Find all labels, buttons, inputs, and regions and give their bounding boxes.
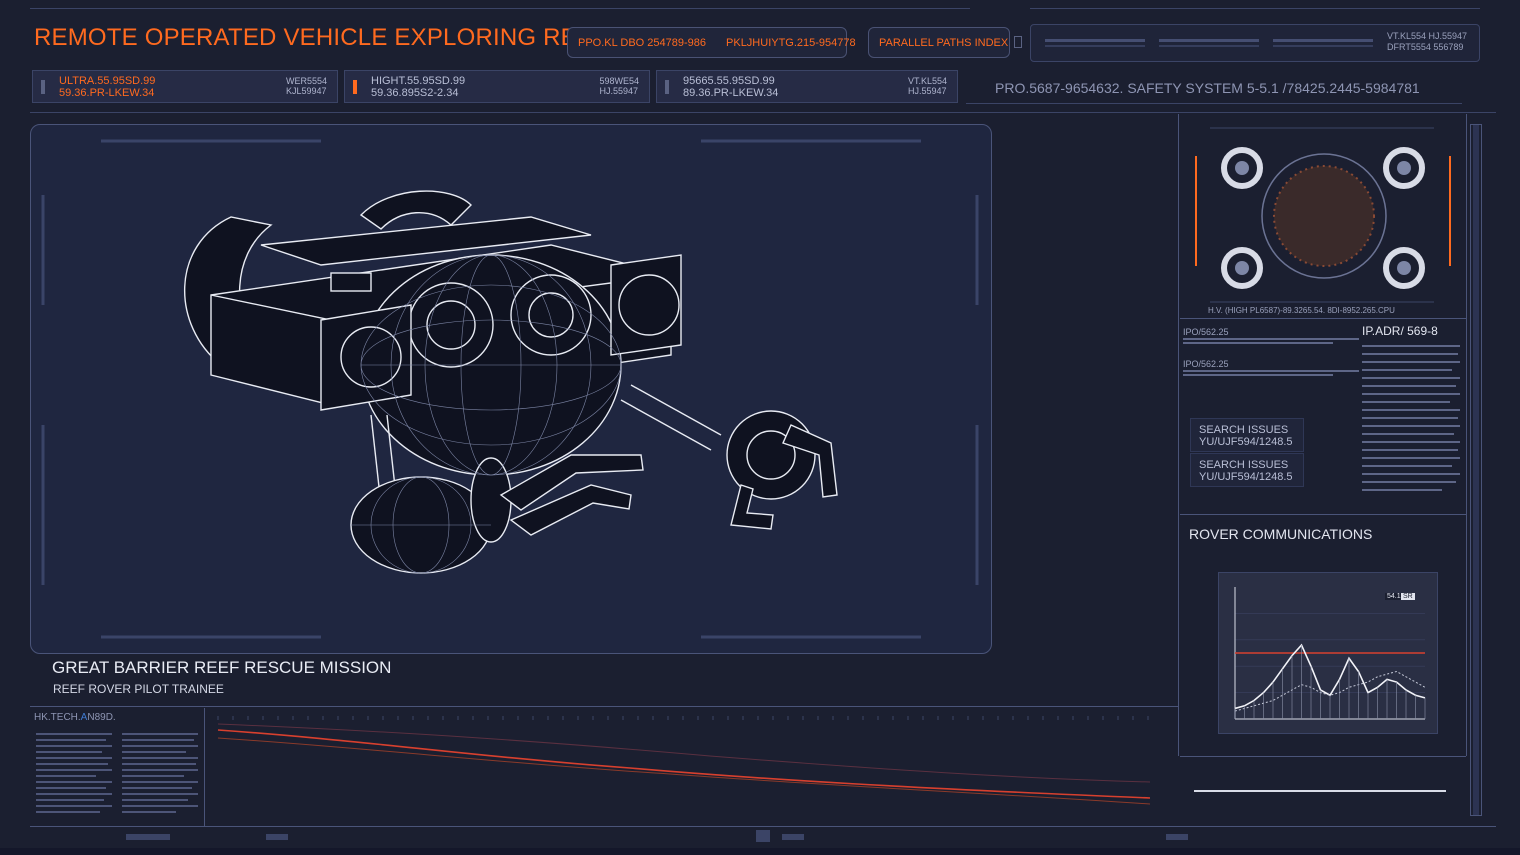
- safety-system-readout: PRO.5687-9654632. SAFETY SYSTEM 5-5.1 /7…: [995, 80, 1420, 96]
- data-box-tick: [41, 80, 45, 94]
- data-box-2-line2: 59.36.895S2-2.34: [371, 87, 459, 99]
- data-box-3-right2: HJ.55947: [907, 86, 947, 96]
- data-box-2-left: HIGHT.55.95SD.99 59.36.895S2-2.34: [371, 75, 465, 99]
- bottom-strip-divider: [204, 708, 205, 826]
- bottom-tick: [266, 834, 288, 840]
- status-bar-1b: [1045, 45, 1145, 47]
- safety-underline: [966, 103, 1462, 104]
- thruster-dial-panel: H.V. (HIGH PL6587)-89.3265.54. 8DI-8952.…: [1180, 116, 1464, 318]
- telemetry-timeline-graphic: [217, 716, 1151, 805]
- data-box-3-left: 95665.55.95SD.99 89.36.PR-LKEW.34: [683, 75, 778, 99]
- panel-divider: [1180, 756, 1466, 757]
- search-issues-code-2: YU/UJF594/1248.5: [1199, 471, 1293, 483]
- rov-wireframe-model: [41, 139, 979, 639]
- right-column-border: [1178, 114, 1179, 756]
- data-box-3-line1: 95665.55.95SD.99: [683, 75, 775, 87]
- ipo-label-2: IPO/562.25: [1183, 359, 1229, 369]
- corner-readout-line2: DFRT5554 556789: [1387, 42, 1464, 52]
- search-issues-title-1: SEARCH ISSUES: [1199, 424, 1289, 436]
- ipo-text-2: [1183, 370, 1359, 379]
- data-box-1-line1: ULTRA.55.95SD.99: [59, 75, 156, 87]
- bottom-strip-top: [30, 706, 1178, 707]
- bottom-edge: [0, 848, 1520, 855]
- data-box-1-right2: KJL59947: [285, 86, 327, 96]
- hk-tech-label: HK.TECH.AN89D.: [34, 712, 116, 723]
- data-box-1-line2: 59.36.PR-LKEW.34: [59, 87, 155, 99]
- data-box-1-right1: WER5554: [285, 76, 327, 86]
- rover-communications-title: ROVER COMMUNICATIONS: [1189, 526, 1373, 542]
- data-box-2-right1: 598WE54: [599, 76, 639, 86]
- parallel-paths-button[interactable]: PARALLEL PATHS INDEX: [868, 27, 1010, 58]
- status-bar-2: [1159, 39, 1259, 42]
- data-box-tick: [353, 80, 357, 94]
- panel-divider: [1180, 318, 1466, 319]
- parallel-paths-label: PARALLEL PATHS INDEX: [879, 36, 1009, 49]
- pill-code-a: PPO.KL DBO 254789-986: [578, 36, 707, 49]
- hk-label-c: N89D.: [87, 712, 116, 723]
- data-box-1: ULTRA.55.95SD.99 59.36.PR-LKEW.34 WER555…: [32, 70, 338, 103]
- mission-title: GREAT BARRIER REEF RESCUE MISSION: [52, 658, 392, 677]
- search-issues-label-1: SEARCH ISSUES YU/UJF594/1248.5: [1199, 424, 1293, 448]
- paragraph-lines: [1362, 345, 1460, 491]
- ip-address-label: IP.ADR/ 569-8: [1362, 324, 1438, 338]
- chart-badge-a: 54.1: [1385, 593, 1403, 600]
- signal-bar: [1194, 790, 1446, 792]
- corner-readout-line1: VT.KL554 HJ.55947: [1387, 31, 1468, 41]
- data-box-3-line2: 89.36.PR-LKEW.34: [683, 87, 779, 99]
- hk-label-a: HK.TECH.: [34, 712, 81, 723]
- top-frame-line-right: [1030, 8, 1480, 9]
- search-issues-button-1[interactable]: SEARCH ISSUES YU/UJF594/1248.5: [1190, 418, 1304, 452]
- text-columns-lines: [36, 733, 198, 813]
- bottom-tick: [756, 830, 770, 842]
- rov-viewport[interactable]: [30, 124, 992, 654]
- bottom-strip-bottom: [30, 826, 1496, 827]
- status-bar-2b: [1159, 45, 1259, 47]
- data-box-2-right2: HJ.55947: [599, 86, 638, 96]
- corner-readout: VT.KL554 HJ.55947 DFRT5554 556789: [1387, 31, 1467, 53]
- header-divider: [30, 112, 1496, 113]
- data-box-tick: [665, 80, 669, 94]
- page-title: REMOTE OPERATED VEHICLE EXPLORING REEFS: [34, 24, 625, 51]
- hk-text-columns: [36, 730, 200, 820]
- search-issues-code-1: YU/UJF594/1248.5: [1199, 436, 1293, 448]
- header-status-strip: VT.KL554 HJ.55947 DFRT5554 556789: [1030, 24, 1480, 62]
- top-frame-line: [30, 8, 970, 9]
- bottom-tick: [126, 834, 170, 840]
- pill-code-b: PKLJHUIYTG.215-954778: [726, 36, 856, 49]
- telemetry-timeline: [210, 712, 1170, 822]
- ipo-text-1: [1183, 338, 1359, 347]
- ipo-label-1: IPO/562.25: [1183, 327, 1229, 337]
- data-box-2-right: 598WE54 HJ.55947: [599, 76, 639, 96]
- data-box-3-right: VT.KL554 HJ.55947: [908, 76, 947, 96]
- panel-divider: [1180, 514, 1466, 515]
- search-issues-button-2[interactable]: SEARCH ISSUES YU/UJF594/1248.5: [1190, 453, 1304, 487]
- bottom-tick: [782, 834, 804, 840]
- thruster-dial-graphic: [1195, 127, 1451, 303]
- status-bar-1: [1045, 39, 1145, 42]
- chart-badge-b: SR: [1401, 593, 1415, 600]
- search-issues-title-2: SEARCH ISSUES: [1199, 459, 1289, 471]
- scrollbar-thumb[interactable]: [1473, 125, 1479, 815]
- data-box-1-left: ULTRA.55.95SD.99 59.36.PR-LKEW.34: [59, 75, 155, 99]
- ip-address-text-block: [1362, 342, 1462, 494]
- bottom-tick: [1166, 834, 1188, 840]
- data-box-2: HIGHT.55.95SD.99 59.36.895S2-2.34 598WE5…: [344, 70, 650, 103]
- data-box-2-line1: HIGHT.55.95SD.99: [371, 75, 466, 87]
- right-column-border-r: [1466, 114, 1467, 756]
- data-box-1-right: WER5554 KJL59947: [286, 76, 327, 96]
- rover-comms-chart: 54.1 SR: [1218, 572, 1438, 734]
- status-bar-3b: [1273, 45, 1373, 47]
- status-bar-3: [1273, 39, 1373, 42]
- bracket-icon: [1014, 36, 1022, 48]
- dial-caption: H.V. (HIGH PL6587)-89.3265.54. 8DI-8952.…: [1208, 306, 1395, 315]
- search-issues-label-2: SEARCH ISSUES YU/UJF594/1248.5: [1199, 459, 1293, 483]
- header-code-pill: PPO.KL DBO 254789-986 PKLJHUIYTG.215-954…: [567, 27, 856, 58]
- data-box-3-right1: VT.KL554: [907, 76, 947, 86]
- mission-subtitle: REEF ROVER PILOT TRAINEE: [53, 682, 224, 696]
- data-box-3: 95665.55.95SD.99 89.36.PR-LKEW.34 VT.KL5…: [656, 70, 958, 103]
- vertical-scrollbar[interactable]: [1470, 124, 1482, 816]
